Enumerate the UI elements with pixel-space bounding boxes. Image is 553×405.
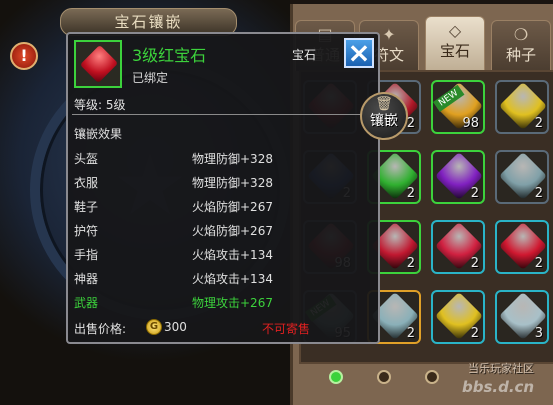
page-dot-2[interactable] [377,370,391,384]
equip-slot: 武器 [74,296,99,310]
item-count: 2 [406,326,415,341]
unsellable-note: 不可寄售 [262,322,311,336]
item-count: 2 [406,116,415,131]
item-count: 3 [534,326,543,341]
inlay-button-label: 镶嵌 [370,113,398,129]
equip-slot: 衣服 [74,176,99,190]
effect-row: 衣服 物理防御+328 [74,174,374,194]
tab-label: 种子 [505,46,536,64]
watermark-text: 当乐玩家社区 [468,362,534,375]
effect-row: 头盔 物理防御+328 [74,150,374,170]
item-count: 2 [470,326,479,341]
inlay-button[interactable]: 🗑 镶嵌 [360,92,408,140]
inventory-slot[interactable]: 2 [431,150,485,204]
item-count: 2 [406,256,415,271]
effect-value: 火焰防御+267 [192,224,273,238]
tab-gem[interactable]: ◇ 宝石 [425,16,485,71]
page-dot-1[interactable] [329,370,343,384]
effect-row-active: 武器 物理攻击+267 [74,294,374,314]
item-level: 等级: 5级 [74,98,126,112]
equip-slot: 护符 [74,224,99,238]
equip-slot: 神器 [74,272,99,286]
inventory-slot[interactable]: 2 [495,220,549,274]
inventory-slot[interactable]: 2 [431,220,485,274]
inventory-slot[interactable]: 2 [431,290,485,344]
item-count: 98 [462,116,479,131]
inlay-effects-title: 镶嵌效果 [74,127,123,141]
effect-row: 神器 火焰攻击+134 [74,270,374,290]
warning-icon[interactable]: ! [10,42,38,70]
item-count: 2 [470,186,479,201]
effect-value: 火焰攻击+134 [192,272,273,286]
seed-icon: ❍ [513,25,529,44]
effect-value: 火焰攻击+134 [192,248,273,262]
page-dot-3[interactable] [425,370,439,384]
sell-price-label: 出售价格: [74,322,127,336]
watermark-url: bbs.d.cn [462,378,535,396]
bound-status: 已绑定 [132,71,169,85]
item-count: 2 [470,256,479,271]
sell-price: 300 [164,320,187,334]
effect-value: 物理防御+328 [192,176,273,190]
inventory-slot[interactable]: NEW 98 [431,80,485,134]
item-count: 2 [534,186,543,201]
diamond-icon: ◇ [448,21,462,40]
effect-row: 护符 火焰防御+267 [74,222,374,242]
effect-value: 物理防御+328 [192,152,273,166]
effect-value: 物理攻击+267 [192,296,273,310]
item-tooltip: 3级红宝石 已绑定 宝石 × 等级: 5级 镶嵌效果 头盔 物理防御+328 衣… [66,32,380,344]
ruby-gem-icon [74,40,122,88]
effect-row: 手指 火焰攻击+134 [74,246,374,266]
inventory-slot[interactable]: 3 [495,290,549,344]
item-name: 3级红宝石 [132,46,207,65]
item-count: 2 [534,116,543,131]
gold-coin-icon: G [146,319,162,335]
equip-slot: 头盔 [74,152,99,166]
close-button[interactable]: × [344,38,374,68]
inventory-slot[interactable]: 2 [495,150,549,204]
inventory-slot[interactable]: 2 [495,80,549,134]
tab-seed[interactable]: ❍ 种子 [491,20,551,71]
item-count: 2 [406,186,415,201]
item-type: 宝石 [292,48,317,62]
equip-slot: 鞋子 [74,200,99,214]
equip-slot: 手指 [74,248,99,262]
item-count: 2 [534,256,543,271]
divider [72,114,372,115]
effect-value: 火焰防御+267 [192,200,273,214]
tab-label: 宝石 [439,42,470,60]
effect-row: 鞋子 火焰防御+267 [74,198,374,218]
